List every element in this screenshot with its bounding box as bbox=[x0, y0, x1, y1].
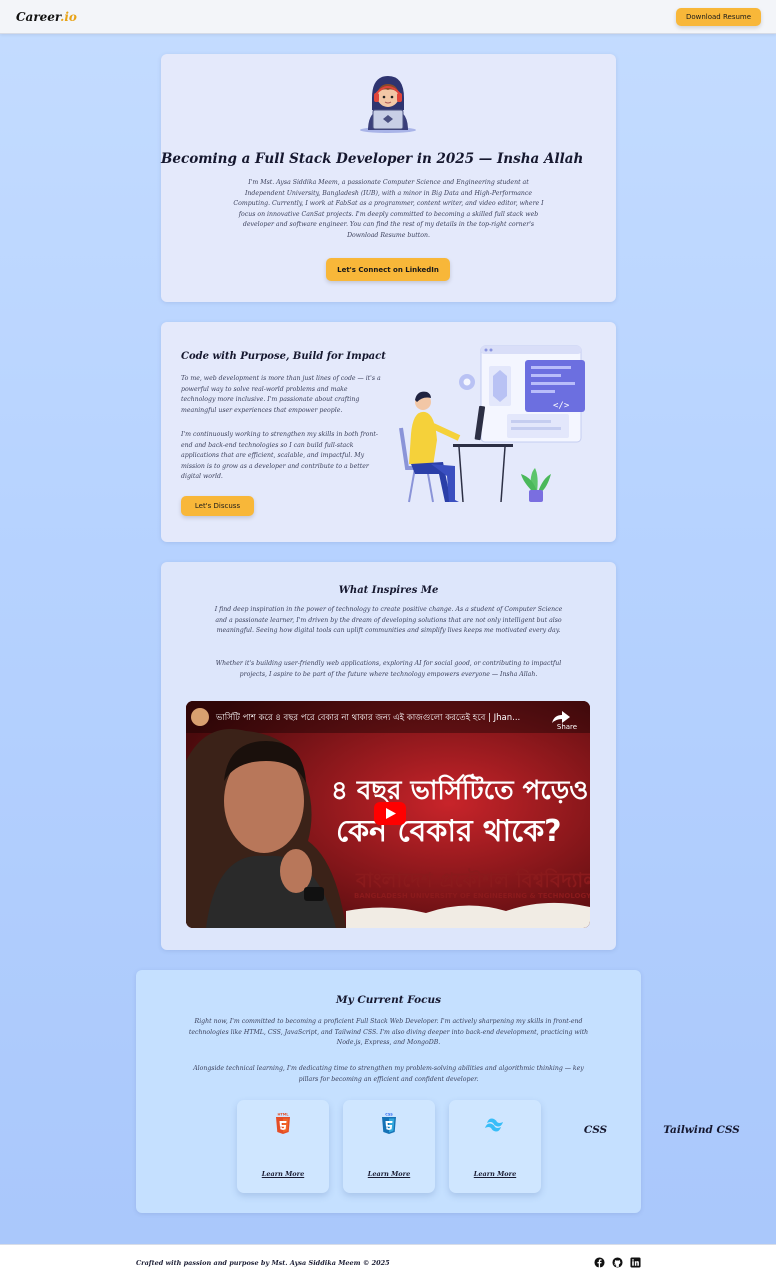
hero-card: Becoming a Full Stack Developer in 2025 … bbox=[161, 54, 616, 302]
github-icon[interactable] bbox=[612, 1257, 623, 1268]
tech-name: Tailwind CSS bbox=[663, 1124, 740, 1136]
purpose-paragraph-2: I'm continuously working to strengthen m… bbox=[181, 431, 378, 481]
inspire-paragraph-2: Whether it's building user-friendly web … bbox=[215, 660, 562, 678]
developer-illustration-icon: </> bbox=[399, 345, 585, 503]
inspire-title: What Inspires Me bbox=[338, 585, 439, 596]
youtube-video-embed[interactable]: বাংলাদেশ প্রকৌশল বিশ্ববিদ্যালয় BANGLADE… bbox=[186, 701, 590, 928]
hero-description: I'm Mst. Aysa Siddika Meem, a passionate… bbox=[233, 179, 544, 239]
thumbnail-line-2: কেন বেকার থাকে? bbox=[336, 814, 562, 849]
footer-credit: Crafted with passion and purpose by Mst.… bbox=[136, 1259, 390, 1267]
facebook-icon[interactable] bbox=[594, 1257, 605, 1268]
tech-card-html: HTML HTML Learn More bbox=[237, 1100, 508, 1193]
thumbnail-bg-sign-bangla: বাংলাদেশ প্রকৌশল বিশ্ববিদ্যালয় bbox=[355, 868, 590, 892]
learn-more-link[interactable]: Learn More bbox=[237, 1170, 329, 1178]
video-thumbnail: বাংলাদেশ প্রকৌশল বিশ্ববিদ্যালয় BANGLADE… bbox=[186, 701, 590, 928]
footer: Crafted with passion and purpose by Mst.… bbox=[0, 1244, 776, 1280]
learn-more-link[interactable]: Learn More bbox=[343, 1170, 435, 1178]
hero-title: Becoming a Full Stack Developer in 2025 … bbox=[161, 151, 584, 167]
download-resume-button[interactable]: Download Resume bbox=[676, 8, 761, 26]
focus-paragraph-1: Right now, I'm committed to becoming a p… bbox=[188, 1018, 589, 1047]
svg-text:HTML: HTML bbox=[277, 1113, 289, 1117]
play-button-icon[interactable] bbox=[374, 802, 406, 825]
video-title[interactable]: ভার্সিটি পাশ করে ৪ বছর পরে বেকার না থাকা… bbox=[215, 711, 520, 723]
navbar: Career.io Download Resume bbox=[0, 0, 776, 34]
svg-text:</>: </> bbox=[553, 401, 570, 411]
logo[interactable]: Career.io bbox=[16, 10, 77, 24]
focus-title: My Current Focus bbox=[335, 994, 442, 1006]
developer-avatar-icon bbox=[360, 76, 416, 133]
thumbnail-bg-sign-english: BANGLADESH UNIVERSITY OF ENGINEERING & T… bbox=[354, 892, 590, 900]
focus-paragraph-2: Alongside technical learning, I'm dedica… bbox=[193, 1065, 584, 1083]
purpose-paragraph-1: To me, web development is more than just… bbox=[181, 375, 381, 414]
tech-card-css: CSS CSS Learn More bbox=[343, 1100, 607, 1193]
connect-linkedin-button[interactable]: Let's Connect on LinkedIn bbox=[326, 258, 450, 281]
thumbnail-line-1: ৪ বছর ভার্সিটিতে পড়েও bbox=[331, 773, 588, 806]
lets-discuss-button[interactable]: Let's Discuss bbox=[181, 496, 254, 516]
share-label[interactable]: Share bbox=[557, 723, 577, 731]
inspire-paragraph-1: I find deep inspiration in the power of … bbox=[214, 606, 563, 635]
tech-card-tailwind: Tailwind CSS Learn More bbox=[449, 1100, 740, 1193]
inspire-card: What Inspires Me I find deep inspiration… bbox=[161, 562, 616, 950]
svg-text:CSS: CSS bbox=[385, 1113, 393, 1117]
focus-card: My Current Focus Right now, I'm committe… bbox=[136, 970, 740, 1213]
purpose-title: Code with Purpose, Build for Impact bbox=[181, 351, 386, 362]
learn-more-link[interactable]: Learn More bbox=[449, 1170, 541, 1178]
purpose-card: Code with Purpose, Build for Impact To m… bbox=[161, 322, 616, 542]
linkedin-icon[interactable] bbox=[630, 1257, 641, 1268]
